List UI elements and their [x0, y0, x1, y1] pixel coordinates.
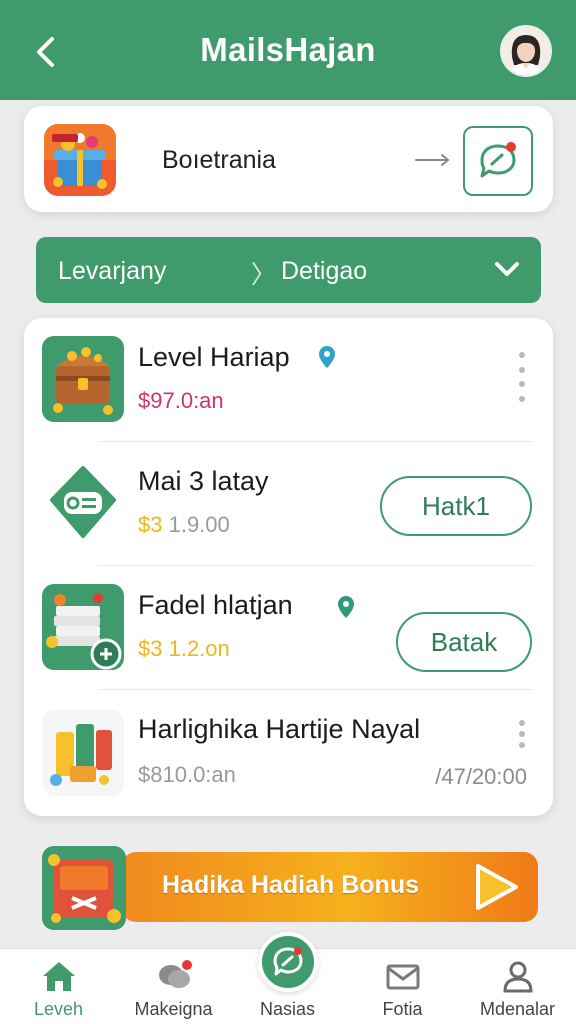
action-button[interactable]: Batak: [396, 612, 532, 672]
nav-label: Mdenalar: [479, 999, 556, 1019]
play-arrow-icon: [476, 864, 518, 910]
nav-item-profile[interactable]: Mdenalar: [460, 949, 575, 1024]
bonus-thumbnail: [42, 846, 126, 930]
featured-card[interactable]: Boıetrania: [24, 106, 553, 212]
bonus-label: Hadika Hadiah Bonus: [162, 871, 419, 899]
price-value: 1.2.on: [162, 636, 230, 661]
home-icon: [42, 962, 75, 991]
page-title: MailsHajan: [200, 31, 376, 68]
location-pin-icon: [319, 346, 335, 368]
center-chat-icon: [273, 947, 303, 976]
chat-icon: [158, 960, 192, 988]
dot: [519, 720, 525, 726]
center-action-button[interactable]: [258, 932, 318, 992]
item-title: Level Hariap: [138, 342, 290, 372]
list-item[interactable]: Harlighika Hartije Nayal $810.0:an /47/2…: [24, 690, 553, 814]
dropdown-separator: 〉: [251, 261, 277, 289]
nav-item-messages[interactable]: Makeigna: [116, 949, 231, 1024]
price-value: 97.0:an: [150, 388, 224, 413]
list-item[interactable]: Level Hariap $97.0:an: [24, 318, 553, 442]
nav-label: Nasias: [259, 999, 316, 1019]
cash-stack-thumbnail: [42, 584, 124, 670]
bonus-banner[interactable]: Hadika Hadiah Bonus: [42, 846, 540, 930]
item-price: $97.0:an: [138, 388, 224, 414]
dropdown-right-label: Detigao: [281, 257, 368, 285]
price-value: 1.9.00: [162, 512, 230, 537]
avatar[interactable]: [500, 25, 552, 77]
back-button[interactable]: [30, 34, 60, 70]
price-value: 810.0:an: [150, 762, 236, 787]
dot: [519, 395, 525, 402]
treasure-chest-icon: [42, 336, 124, 422]
mail-icon: [386, 964, 419, 990]
nav-label: Makeigna: [134, 999, 213, 1019]
coupon-thumbnail: [42, 460, 124, 546]
featured-thumbnail: [44, 124, 116, 196]
drinks-thumbnail: [42, 710, 124, 796]
price-prefix: $3: [138, 636, 163, 661]
nav-label: Leveh: [33, 999, 84, 1019]
nav-item-mail[interactable]: Fotia: [345, 949, 460, 1024]
dot: [519, 352, 525, 358]
chat-bubble-icon: [480, 142, 516, 178]
item-title: Mai 3 latay: [138, 466, 269, 496]
reward-list: Level Hariap $97.0:an Mai 3 latay $3 1.9…: [24, 318, 553, 816]
person-icon: [502, 961, 533, 993]
item-price: $3 1.9.00: [138, 512, 230, 538]
dot: [519, 381, 525, 388]
item-title: Harlighika Hartije Nayal: [138, 714, 421, 744]
bonus-box-icon: [42, 846, 126, 930]
profile-photo-icon: [502, 27, 550, 75]
chevron-left-icon: [37, 37, 54, 67]
category-dropdown[interactable]: Levarjany 〉 Detigao: [36, 237, 541, 303]
nav-label: Fotia: [382, 999, 423, 1019]
app-header: MailsHajan: [0, 0, 576, 100]
nav-item-home[interactable]: Leveh: [1, 949, 116, 1024]
item-price: $3 1.2.on: [138, 636, 230, 662]
coupon-icon: [50, 466, 116, 538]
price-prefix: $: [138, 388, 151, 413]
claim-button[interactable]: Hatk1: [380, 476, 532, 536]
bonus-bar[interactable]: Hadika Hadiah Bonus: [122, 852, 538, 922]
featured-label: Boıetrania: [162, 146, 276, 174]
item-time: /47/20:00: [435, 764, 527, 789]
price-prefix: $: [138, 762, 151, 787]
location-pin-icon: [338, 596, 354, 618]
price-prefix: $3: [138, 512, 163, 537]
list-item[interactable]: Mai 3 latay $3 1.9.00 Hatk1: [24, 442, 553, 566]
dropdown-left-label: Levarjany: [58, 257, 167, 285]
dot: [519, 731, 525, 737]
cash-stack-icon: [42, 584, 124, 670]
list-item[interactable]: Fadel hlatjan $3 1.2.on Batak: [24, 566, 553, 690]
more-options-button[interactable]: [517, 720, 527, 748]
more-options-button[interactable]: [517, 352, 527, 402]
arrow-right-icon: [414, 150, 452, 170]
treasure-chest-thumbnail: [42, 336, 124, 422]
item-title: Fadel hlatjan: [138, 590, 293, 620]
dot: [519, 366, 525, 373]
gift-box-icon: [44, 124, 116, 196]
item-price: $810.0:an: [138, 762, 236, 788]
message-button[interactable]: [463, 126, 533, 196]
dot: [519, 742, 525, 748]
chevron-down-icon: [495, 262, 519, 276]
drinks-bundle-icon: [42, 710, 124, 796]
